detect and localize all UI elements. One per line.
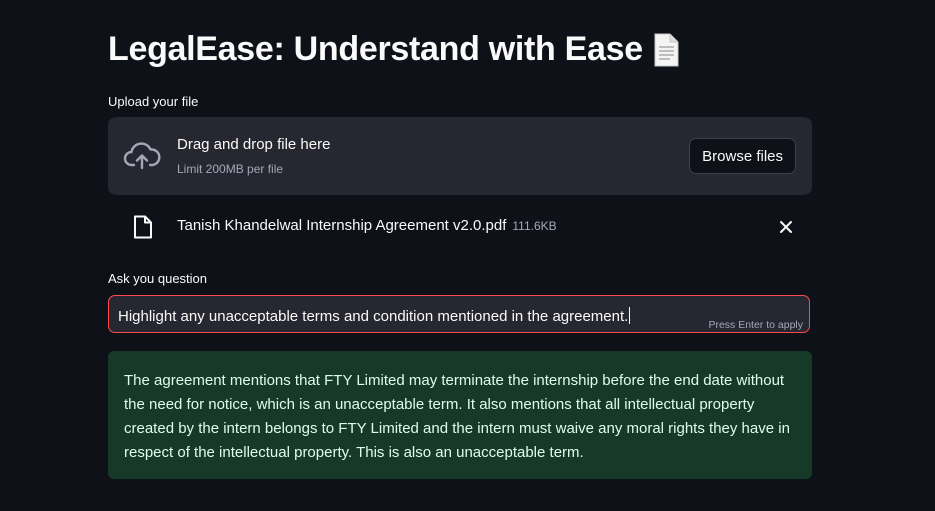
file-name-text: Tanish Khandelwal Internship Agreement v…	[177, 217, 507, 234]
press-enter-hint: Press Enter to apply	[708, 319, 803, 331]
question-label: Ask you question	[108, 271, 208, 286]
page-title: LegalEase: Understand with Ease	[108, 30, 679, 69]
cloud-upload-icon	[123, 141, 161, 171]
browse-files-button[interactable]: Browse files	[689, 138, 796, 174]
answer-text: The agreement mentions that FTY Limited …	[124, 372, 790, 461]
file-size: 111.6KB	[512, 219, 557, 233]
question-input-value: Highlight any unacceptable terms and con…	[118, 307, 631, 325]
dropzone-instructions: Drag and drop file here	[177, 136, 331, 153]
page-title-text: LegalEase: Understand with Ease	[108, 30, 643, 68]
page-facing-up-icon	[653, 33, 679, 67]
dropzone-limit: Limit 200MB per file	[177, 162, 284, 176]
answer-success-box: The agreement mentions that FTY Limited …	[108, 351, 812, 479]
close-icon[interactable]	[778, 219, 794, 235]
uploaded-file-row: Tanish Khandelwal Internship Agreement v…	[108, 210, 812, 244]
question-input[interactable]: Highlight any unacceptable terms and con…	[108, 295, 810, 333]
dropzone-text: Drag and drop file here Limit 200MB per …	[177, 136, 330, 176]
upload-label: Upload your file	[108, 94, 199, 109]
question-value-text: Highlight any unacceptable terms and con…	[118, 308, 629, 325]
file-dropzone[interactable]: Drag and drop file here Limit 200MB per …	[108, 117, 812, 195]
uploaded-file-name: Tanish Khandelwal Internship Agreement v…	[177, 217, 557, 234]
text-caret	[629, 307, 631, 324]
file-icon	[133, 215, 153, 239]
